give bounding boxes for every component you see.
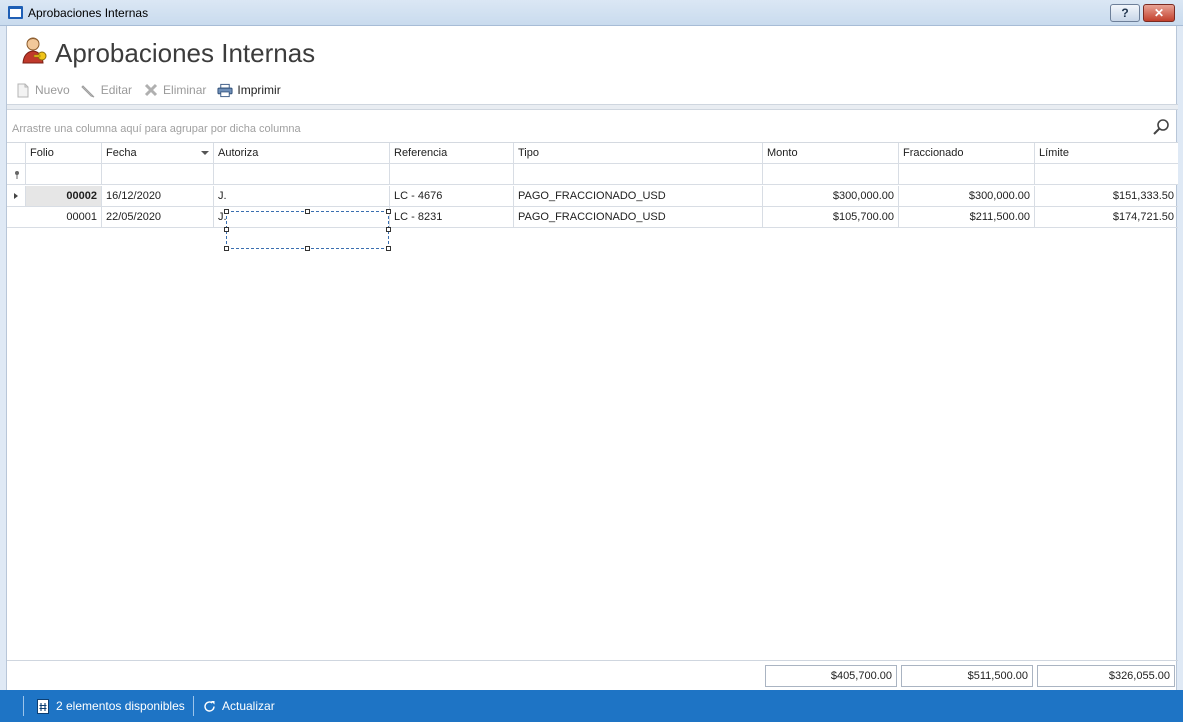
close-button[interactable]: ✕ bbox=[1143, 4, 1175, 22]
total-limite: $326,055.00 bbox=[1037, 665, 1175, 687]
resize-handle[interactable] bbox=[224, 227, 229, 232]
cell-fraccionado[interactable]: $300,000.00 bbox=[899, 186, 1035, 207]
row-indicator bbox=[7, 186, 26, 207]
new-button[interactable]: Nuevo bbox=[15, 82, 70, 98]
cell-limite[interactable]: $174,721.50 bbox=[1035, 207, 1178, 228]
help-icon: ? bbox=[1121, 6, 1129, 20]
table-row[interactable]: 00001 22/05/2020 J. LC - 8231 PAGO_FRACC… bbox=[7, 207, 1178, 228]
column-header-fraccionado[interactable]: Fraccionado bbox=[899, 143, 1035, 164]
status-separator bbox=[23, 696, 24, 716]
new-document-icon bbox=[15, 82, 31, 98]
header-indicator bbox=[7, 143, 26, 164]
filter-cell-tipo[interactable] bbox=[514, 164, 763, 185]
new-button-label: Nuevo bbox=[35, 83, 70, 97]
current-row-arrow-icon bbox=[14, 193, 18, 199]
resize-handle[interactable] bbox=[305, 246, 310, 251]
status-bar: 2 elementos disponibles Actualizar bbox=[0, 690, 1183, 722]
page-title: Aprobaciones Internas bbox=[55, 38, 316, 68]
table-row[interactable]: 00002 16/12/2020 J. LC - 4676 PAGO_FRACC… bbox=[7, 186, 1178, 207]
total-monto: $405,700.00 bbox=[765, 665, 897, 687]
column-header-folio[interactable]: Folio bbox=[26, 143, 102, 164]
cell-monto[interactable]: $105,700.00 bbox=[763, 207, 899, 228]
filter-cell-autoriza[interactable] bbox=[214, 164, 390, 185]
print-button-label: Imprimir bbox=[237, 83, 281, 97]
toolbar: Nuevo Editar Eliminar Imprimir bbox=[15, 80, 292, 100]
cell-limite[interactable]: $151,333.50 bbox=[1035, 186, 1178, 207]
column-header-fecha-label: Fecha bbox=[106, 147, 137, 159]
search-icon[interactable] bbox=[1152, 118, 1170, 136]
cell-referencia[interactable]: LC - 8231 bbox=[390, 207, 514, 228]
delete-x-icon bbox=[143, 82, 159, 98]
resize-handle[interactable] bbox=[386, 227, 391, 232]
column-header-autoriza[interactable]: Autoriza bbox=[214, 143, 390, 164]
user-key-icon bbox=[22, 37, 47, 64]
cell-folio[interactable]: 00001 bbox=[26, 207, 102, 228]
page-header: Aprobaciones Internas Nuevo Editar Elimi… bbox=[7, 26, 1178, 104]
group-by-placeholder: Arrastre una columna aquí para agrupar p… bbox=[12, 123, 301, 135]
edit-button-label: Editar bbox=[100, 83, 133, 97]
sort-descending-icon bbox=[201, 151, 209, 155]
window-client-area: Aprobaciones Internas Nuevo Editar Elimi… bbox=[6, 26, 1178, 690]
close-icon: ✕ bbox=[1153, 6, 1165, 20]
selection-rectangle[interactable] bbox=[224, 209, 391, 251]
column-header-monto[interactable]: Monto bbox=[763, 143, 899, 164]
filter-cell-fecha[interactable] bbox=[102, 164, 214, 185]
cell-tipo[interactable]: PAGO_FRACCIONADO_USD bbox=[514, 207, 763, 228]
cell-fecha[interactable]: 16/12/2020 bbox=[102, 186, 214, 207]
printer-icon bbox=[217, 82, 233, 98]
cell-fecha[interactable]: 22/05/2020 bbox=[102, 207, 214, 228]
footer-divider bbox=[7, 660, 1178, 661]
status-separator bbox=[193, 696, 194, 716]
column-header-fecha[interactable]: Fecha bbox=[102, 143, 214, 164]
resize-handle[interactable] bbox=[305, 209, 310, 214]
refresh-button[interactable]: Actualizar bbox=[203, 690, 275, 722]
item-count: 2 elementos disponibles bbox=[37, 690, 185, 722]
filter-cell-fraccionado[interactable] bbox=[899, 164, 1035, 185]
hash-document-icon bbox=[37, 698, 49, 714]
resize-handle[interactable] bbox=[386, 246, 391, 251]
total-fraccionado: $511,500.00 bbox=[901, 665, 1033, 687]
cell-referencia[interactable]: LC - 4676 bbox=[390, 186, 514, 207]
refresh-label: Actualizar bbox=[222, 699, 275, 713]
window-title: Aprobaciones Internas bbox=[28, 6, 149, 20]
filter-cell-folio[interactable] bbox=[26, 164, 102, 185]
delete-button-label: Eliminar bbox=[163, 83, 207, 97]
filter-pin-icon bbox=[15, 171, 19, 179]
resize-handle[interactable] bbox=[224, 209, 229, 214]
column-header-tipo[interactable]: Tipo bbox=[514, 143, 763, 164]
delete-button[interactable]: Eliminar bbox=[143, 82, 206, 98]
filter-cell-referencia[interactable] bbox=[390, 164, 514, 185]
item-count-label: 2 elementos disponibles bbox=[56, 699, 185, 713]
filter-cell-monto[interactable] bbox=[763, 164, 899, 185]
grid-header-row: Folio Fecha Autoriza Referencia Tipo Mon… bbox=[7, 143, 1178, 164]
print-button[interactable]: Imprimir bbox=[217, 82, 281, 98]
edit-button[interactable]: Editar bbox=[81, 82, 132, 98]
cell-tipo[interactable]: PAGO_FRACCIONADO_USD bbox=[514, 186, 763, 207]
column-header-limite[interactable]: Límite bbox=[1035, 143, 1178, 164]
cell-monto[interactable]: $300,000.00 bbox=[763, 186, 899, 207]
filter-row-indicator bbox=[7, 164, 26, 185]
row-indicator bbox=[7, 207, 26, 228]
cell-fraccionado[interactable]: $211,500.00 bbox=[899, 207, 1035, 228]
refresh-icon bbox=[204, 700, 215, 712]
cell-folio[interactable]: 00002 bbox=[26, 186, 102, 207]
filter-cell-limite[interactable] bbox=[1035, 164, 1178, 185]
group-by-panel[interactable]: Arrastre una columna aquí para agrupar p… bbox=[7, 110, 1178, 143]
pencil-icon bbox=[81, 82, 97, 98]
auto-filter-row bbox=[7, 164, 1178, 185]
column-header-referencia[interactable]: Referencia bbox=[390, 143, 514, 164]
help-button[interactable]: ? bbox=[1110, 4, 1140, 22]
resize-handle[interactable] bbox=[224, 246, 229, 251]
window-titlebar: Aprobaciones Internas ? ✕ bbox=[0, 0, 1183, 26]
cell-autoriza[interactable]: J. bbox=[214, 186, 390, 207]
app-icon bbox=[8, 6, 23, 19]
resize-handle[interactable] bbox=[386, 209, 391, 214]
